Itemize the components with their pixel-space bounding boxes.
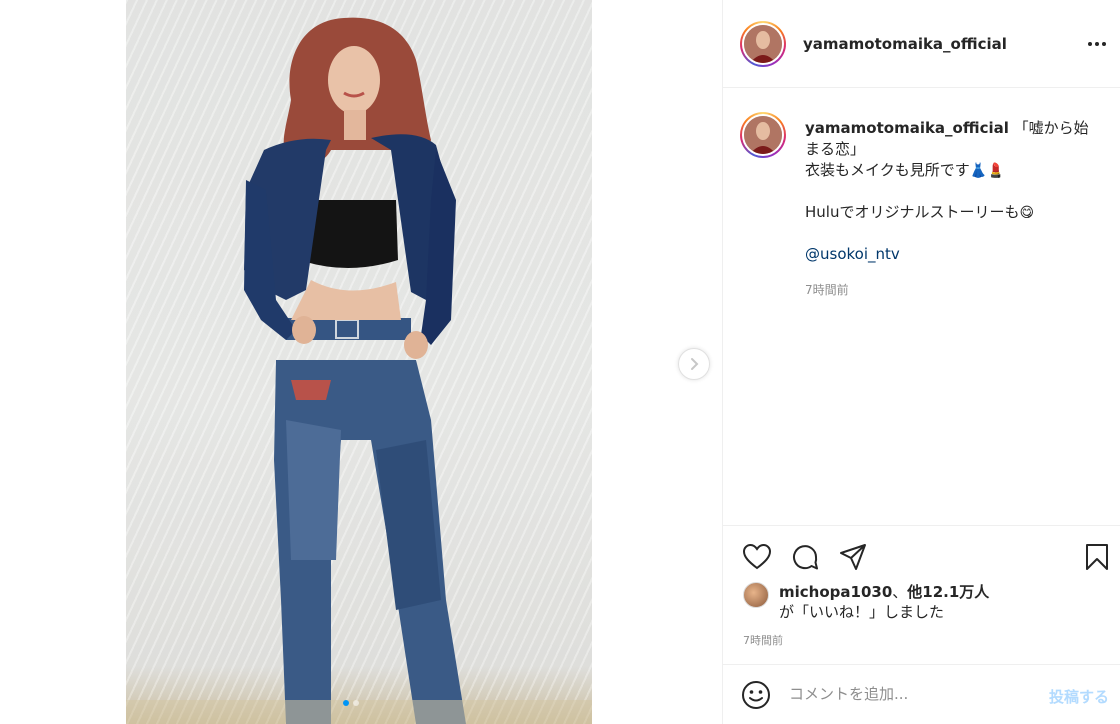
liker-username[interactable]: michopa1030 bbox=[779, 583, 892, 601]
caption-username[interactable]: yamamotomaika_official bbox=[805, 119, 1009, 137]
carousel-indicator bbox=[343, 700, 359, 706]
likes-separator: 、 bbox=[892, 583, 908, 601]
post-comment-button[interactable]: 投稿する bbox=[1049, 686, 1109, 707]
mention-link[interactable]: @usokoi_ntv bbox=[805, 245, 900, 263]
comment-input[interactable] bbox=[789, 681, 1029, 707]
emoji-icon[interactable] bbox=[741, 680, 771, 710]
heart-icon[interactable] bbox=[741, 541, 773, 573]
dress-lipstick-emoji: 👗💄 bbox=[969, 163, 1005, 179]
likes-line1: michopa1030、他12.1万人 bbox=[779, 581, 989, 602]
liker-avatar[interactable] bbox=[743, 582, 769, 608]
action-bar bbox=[723, 525, 1120, 585]
comment-icon[interactable] bbox=[789, 541, 821, 573]
post-panel: yamamotomaika_official yamamotomaika_off… bbox=[722, 0, 1120, 724]
carousel-dot-1 bbox=[343, 700, 349, 706]
likes-suffix: が「いいね！」しました bbox=[779, 603, 945, 621]
more-options-icon[interactable] bbox=[1085, 34, 1109, 54]
next-slide-button[interactable] bbox=[678, 348, 710, 380]
caption-avatar[interactable] bbox=[740, 112, 786, 158]
yum-emoji: 😋 bbox=[1019, 205, 1035, 221]
share-icon[interactable] bbox=[837, 541, 869, 573]
chevron-right-icon bbox=[691, 358, 699, 370]
avatar[interactable] bbox=[740, 21, 786, 67]
likes-count[interactable]: 他12.1万人 bbox=[907, 583, 989, 601]
caption-line1: 「嘘から始 bbox=[1013, 119, 1089, 137]
header-username[interactable]: yamamotomaika_official bbox=[803, 35, 1007, 53]
caption-line3: 衣装もメイクも見所です bbox=[805, 161, 970, 179]
caption-section: yamamotomaika_official 「嘘から始 まる恋」 衣装もメイク… bbox=[723, 88, 1120, 524]
comment-bar: 投稿する bbox=[723, 664, 1120, 724]
post-photo[interactable] bbox=[126, 0, 592, 724]
profile-picture bbox=[744, 116, 782, 154]
post-header: yamamotomaika_official bbox=[723, 0, 1120, 88]
caption-text: yamamotomaika_official 「嘘から始 まる恋」 衣装もメイク… bbox=[805, 118, 1105, 265]
profile-picture bbox=[744, 25, 782, 63]
media-area bbox=[0, 0, 722, 724]
caption-line4: Huluでオリジナルストーリーも bbox=[805, 203, 1020, 221]
carousel-dot-2 bbox=[353, 700, 359, 706]
photo-subject bbox=[126, 17, 592, 724]
caption-line2: まる恋」 bbox=[805, 140, 866, 158]
bookmark-icon[interactable] bbox=[1081, 541, 1113, 573]
post-time: 7時間前 bbox=[743, 634, 783, 647]
caption-time: 7時間前 bbox=[805, 283, 849, 297]
